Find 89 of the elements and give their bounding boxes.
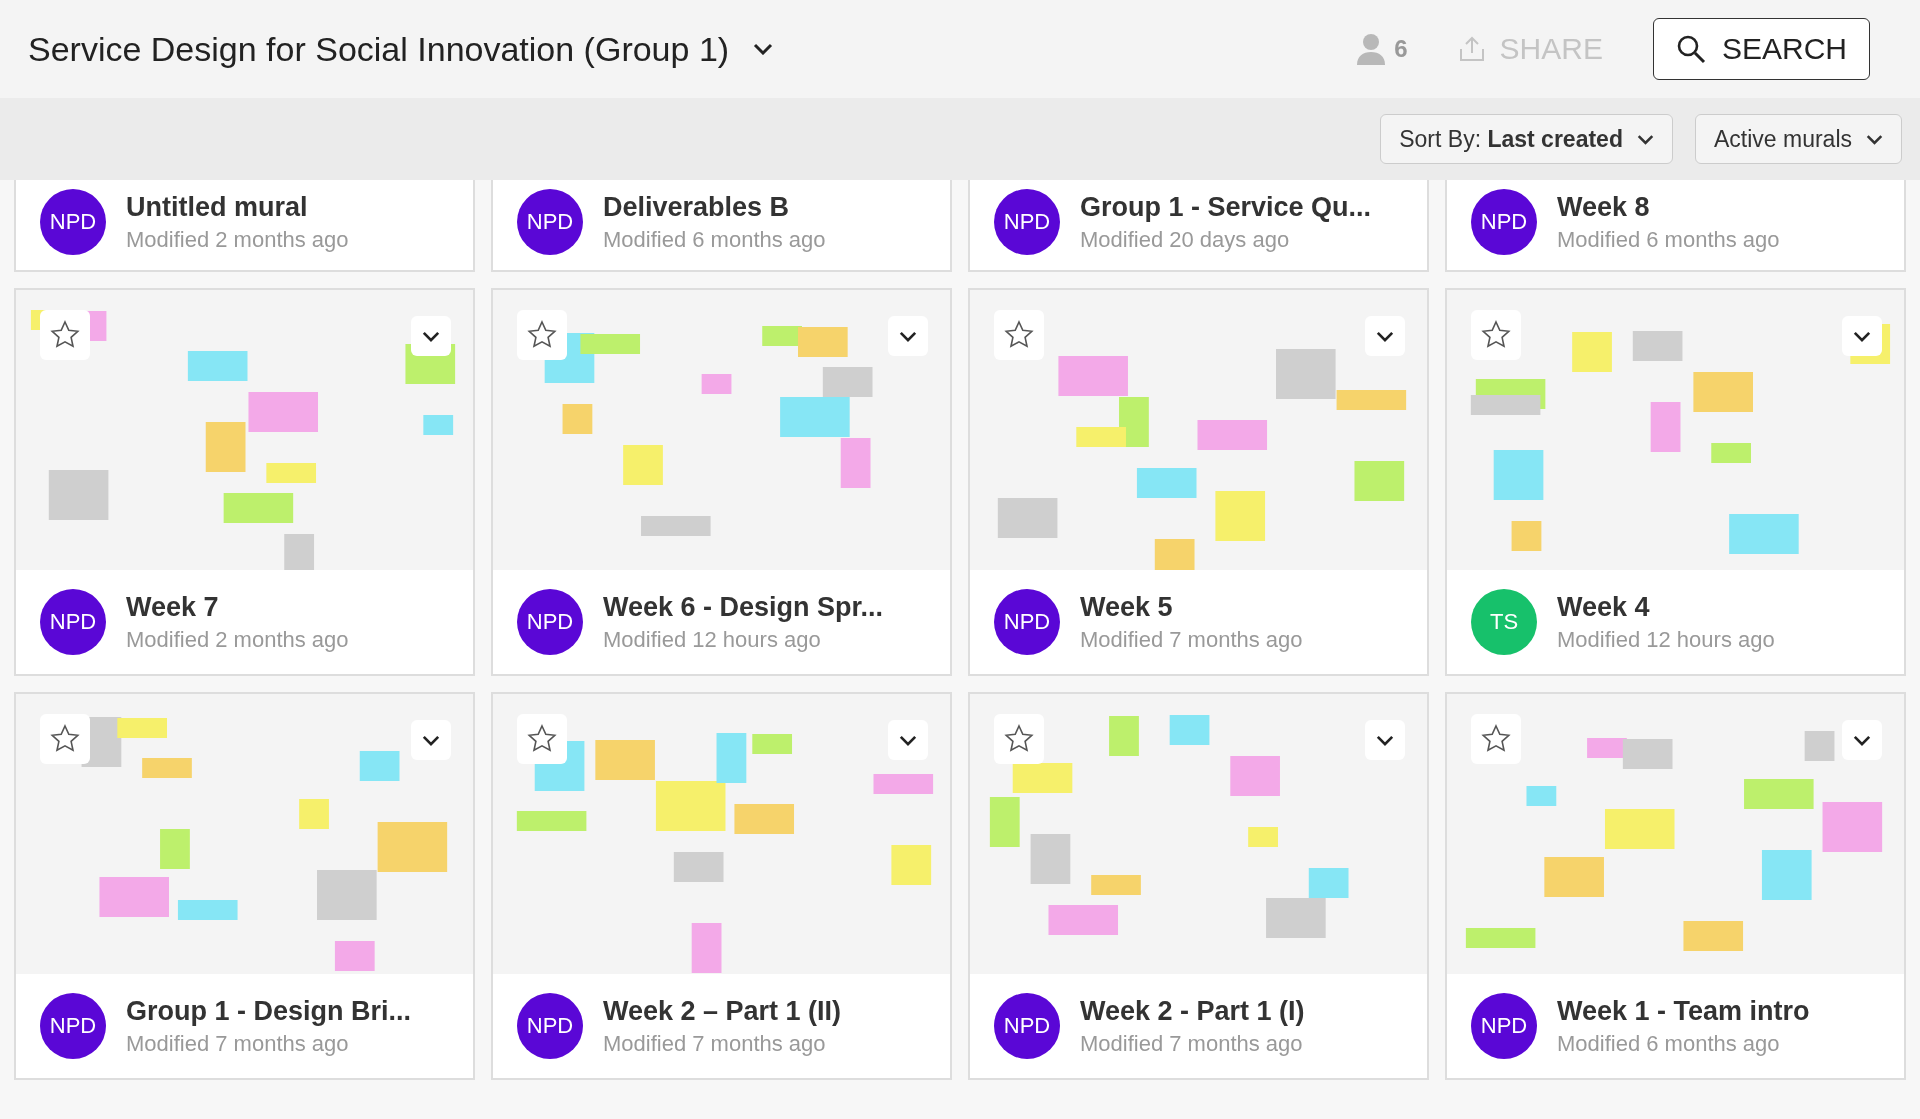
mural-card[interactable]: NPD Untitled mural Modified 2 months ago — [14, 180, 475, 272]
caret-icon[interactable] — [1376, 734, 1394, 746]
caret-icon[interactable] — [422, 330, 440, 342]
owner-avatar: NPD — [1471, 189, 1537, 255]
sort-dropdown[interactable]: Sort By: Last created — [1380, 114, 1673, 164]
caret-icon[interactable] — [899, 734, 917, 746]
member-count: 6 — [1394, 35, 1408, 63]
owner-avatar: NPD — [40, 589, 106, 655]
mural-card[interactable]: NPD Week 5 Modified 7 months ago — [968, 288, 1429, 676]
mural-title: Week 4 — [1557, 591, 1651, 623]
mural-title: Week 2 – Part 1 (II) — [603, 995, 842, 1027]
mural-title: Week 6 - Design Spr... — [603, 591, 884, 623]
filter-dropdown[interactable]: Active murals — [1694, 114, 1902, 164]
mural-title: Week 2 - Part 1 (I) — [1080, 995, 1305, 1027]
favorite-button[interactable] — [994, 714, 1044, 764]
caret-icon[interactable] — [1376, 330, 1394, 342]
caret-icon[interactable] — [753, 43, 774, 55]
owner-avatar: NPD — [994, 993, 1060, 1059]
board-title[interactable]: Service Design for Social Innovation (Group 1) — [28, 29, 730, 69]
mural-title: Group 1 - Service Qu... — [1080, 191, 1372, 223]
modified-time: Modified 6 months ago — [603, 226, 826, 253]
favorite-button[interactable] — [1471, 714, 1521, 764]
modified-time: Modified 7 months ago — [1080, 626, 1303, 653]
caret-icon[interactable] — [1853, 734, 1871, 746]
mural-title: Week 1 - Team intro — [1557, 995, 1810, 1027]
mural-title: Week 5 — [1080, 591, 1174, 623]
favorite-button[interactable] — [40, 714, 90, 764]
search-icon[interactable] — [1675, 34, 1706, 64]
favorite-button[interactable] — [517, 310, 567, 360]
star-icon[interactable] — [1481, 320, 1511, 350]
star-icon[interactable] — [527, 724, 557, 754]
mural-card[interactable]: NPD Week 2 – Part 1 (II) Modified 7 months ago — [491, 692, 952, 1080]
modified-time: Modified 2 months ago — [126, 226, 349, 253]
star-icon[interactable] — [1004, 724, 1034, 754]
mural-card[interactable]: NPD Group 1 - Design Bri... Modified 7 months ago — [14, 692, 475, 1080]
mural-card[interactable]: NPD Week 8 Modified 6 months ago — [1445, 180, 1906, 272]
mural-card[interactable]: NPD Week 6 - Design Spr... Modified 12 hours ago — [491, 288, 952, 676]
star-icon[interactable] — [1004, 320, 1034, 350]
modified-time: Modified 12 hours ago — [1557, 626, 1775, 653]
caret-icon[interactable] — [899, 330, 917, 342]
mural-title: Group 1 - Design Bri... — [126, 995, 412, 1027]
modified-time: Modified 12 hours ago — [603, 626, 822, 653]
modified-time: Modified 7 months ago — [1080, 1030, 1304, 1057]
owner-avatar: NPD — [40, 189, 106, 255]
star-icon[interactable] — [1481, 724, 1511, 754]
mural-title: Week 7 — [126, 591, 220, 623]
owner-avatar: NPD — [517, 993, 583, 1059]
modified-time: Modified 6 months ago — [1557, 226, 1780, 253]
card-menu-button[interactable] — [888, 720, 928, 760]
card-menu-button[interactable] — [1365, 316, 1405, 356]
modified-time: Modified 7 months ago — [126, 1030, 350, 1057]
owner-avatar: NPD — [1471, 993, 1537, 1059]
modified-time: Modified 7 months ago — [603, 1030, 827, 1057]
favorite-button[interactable] — [994, 310, 1044, 360]
owner-avatar: NPD — [994, 589, 1060, 655]
card-menu-button[interactable] — [411, 720, 451, 760]
mural-card[interactable]: NPD Week 1 - Team intro Modified 6 months ago — [1445, 692, 1906, 1080]
favorite-button[interactable] — [517, 714, 567, 764]
mural-title: Deliverables B — [603, 191, 791, 223]
card-menu-button[interactable] — [1842, 720, 1882, 760]
mural-card[interactable]: TS Week 4 Modified 12 hours ago — [1445, 288, 1906, 676]
owner-avatar: NPD — [40, 993, 106, 1059]
mural-card[interactable]: NPD Week 7 Modified 2 months ago — [14, 288, 475, 676]
owner-avatar: NPD — [517, 189, 583, 255]
card-menu-button[interactable] — [1365, 720, 1405, 760]
favorite-button[interactable] — [40, 310, 90, 360]
mural-title: Untitled mural — [126, 191, 309, 223]
modified-time: Modified 2 months ago — [126, 626, 349, 653]
caret-icon[interactable] — [1853, 330, 1871, 342]
search-button[interactable]: SEARCH — [1652, 18, 1870, 80]
card-menu-button[interactable] — [1842, 316, 1882, 356]
star-icon[interactable] — [50, 724, 80, 754]
mural-card[interactable]: NPD Week 2 - Part 1 (I) Modified 7 months ago — [968, 692, 1429, 1080]
caret-icon[interactable] — [1636, 133, 1654, 145]
owner-avatar: TS — [1471, 589, 1537, 655]
favorite-button[interactable] — [1471, 310, 1521, 360]
card-menu-button[interactable] — [888, 316, 928, 356]
modified-time: Modified 6 months ago — [1557, 1030, 1781, 1057]
caret-icon[interactable] — [422, 734, 440, 746]
owner-avatar: NPD — [994, 189, 1060, 255]
star-icon[interactable] — [527, 320, 557, 350]
caret-icon[interactable] — [1866, 133, 1883, 145]
modified-time: Modified 20 days ago — [1080, 226, 1291, 253]
card-menu-button[interactable] — [411, 316, 451, 356]
mural-card[interactable]: NPD Deliverables B Modified 6 months ago — [491, 180, 952, 272]
mural-title: Week 8 — [1557, 191, 1651, 223]
mural-card[interactable]: NPD Group 1 - Service Qu... Modified 20 days ago — [968, 180, 1429, 272]
star-icon[interactable] — [50, 320, 80, 350]
owner-avatar: NPD — [517, 589, 583, 655]
